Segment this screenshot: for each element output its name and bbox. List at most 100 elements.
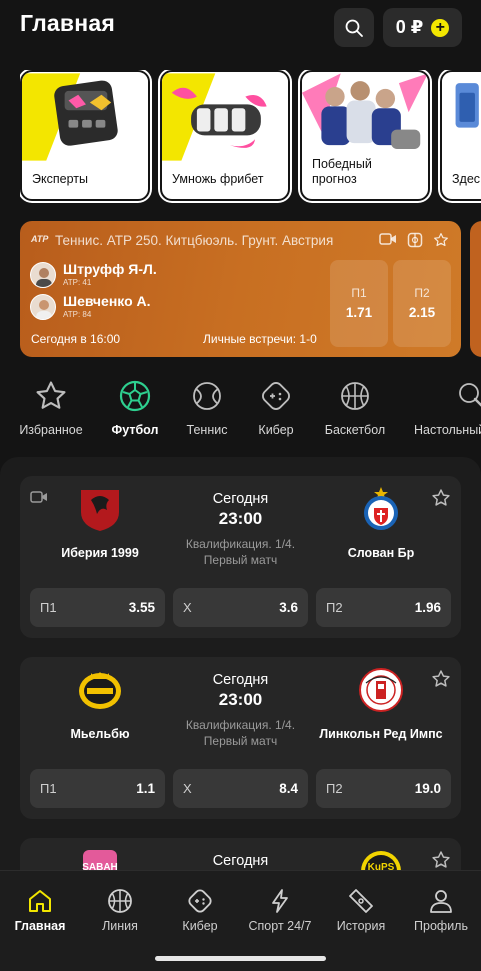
odd-label: X [183,781,192,796]
odd-p2-button[interactable]: П2 1.96 [316,588,451,627]
page-title: Главная [20,10,115,36]
lightning-icon [272,889,288,913]
nav-home[interactable]: Главная [14,886,66,933]
team-logo [358,486,404,532]
sport-label: Теннис [186,423,228,437]
head-to-head: Личные встречи: 1-0 [203,332,317,346]
match-stage-line: Квалификация. 1/4. [185,537,296,551]
odd-p1-button[interactable]: П1 1.1 [30,769,165,808]
match-info: Сегодня 23:00 Квалификация. 1/4. Первый … [160,672,321,749]
odd-value: 8.4 [279,781,298,796]
story-label: Здес [452,172,481,186]
match-stage-line: Первый матч [203,553,278,567]
odd-value: 1.71 [345,305,373,320]
odd-label: X [183,600,192,615]
nav-sport-247[interactable]: Спорт 24/7 [244,886,316,933]
away-team: Линкольн Ред Импс [311,667,451,741]
odd-value: 1.1 [136,781,155,796]
match-stage: Квалификация. 1/4. Первый матч [160,717,321,749]
player-avatar [30,293,56,320]
featured-match-card[interactable]: ATP Теннис. ATP 250. Китцбюэль. Грунт. А… [20,221,461,357]
football-icon [119,380,151,412]
hockey-players-art-icon [302,73,428,161]
nav-history[interactable]: История [334,886,388,933]
sport-tennis[interactable]: Теннис [184,378,230,437]
nav-profile[interactable]: Профиль [412,886,470,933]
sport-favorites[interactable]: Избранное [19,378,83,437]
player-2: Шевченко А. ATP: 84 [30,293,151,320]
team-logo [77,486,123,532]
odds-row: П1 3.55 X 3.6 П2 1.96 [30,588,451,627]
odd-value: 3.55 [128,600,155,615]
story-winning-forecast[interactable]: Победный прогноз [300,70,430,201]
user-icon [430,890,452,913]
match-card[interactable]: Мьельбю Сегодня 23:00 Квалификация. 1/4.… [20,657,461,819]
team-name: Слован Бр [347,546,415,560]
odd-p1-button[interactable]: П1 3.55 [30,588,165,627]
nav-label: Линия [102,919,138,933]
match-card[interactable]: Иберия 1999 Сегодня 23:00 Квалификация. … [20,476,461,638]
court-icon[interactable] [407,232,423,248]
match-stage-line: Квалификация. 1/4. [185,718,296,732]
ticket-icon [349,889,373,913]
story-partial[interactable]: Здес [440,70,481,201]
balance-button[interactable]: 0 ₽ + [383,8,462,47]
basketball-icon [108,889,132,913]
odd-label: П1 [40,600,57,615]
odd-p1-button[interactable]: П1 1.71 [330,260,388,347]
experts-art-icon [22,73,148,161]
match-info: Сегодня [160,853,321,869]
odd-draw-button[interactable]: X 3.6 [173,588,308,627]
team-logo [77,667,123,713]
odd-draw-button[interactable]: X 8.4 [173,769,308,808]
header: Главная 0 ₽ + [0,0,481,60]
add-funds-icon: + [431,18,450,37]
search-button[interactable] [334,8,374,47]
basketball-icon [341,382,369,410]
player-name: Штруфф Я-Л. [63,261,157,277]
player-rank: ATP: 41 [63,278,92,287]
sport-football[interactable]: Футбол [110,378,160,437]
story-label: Эксперты [32,172,88,186]
tennis-ball-icon [193,382,221,410]
sport-basketball[interactable]: Баскетбол [322,378,388,437]
story-experts[interactable]: Эксперты [20,70,150,201]
atp-logo: ATP [31,234,49,244]
odd-value: 2.15 [408,305,436,320]
story-label: Победный прогноз [312,157,372,186]
home-team: Мьельбю [30,667,170,741]
gamepad-icon [262,382,290,410]
sport-label: Футбол [111,423,159,437]
match-stage-line: Первый матч [203,734,278,748]
match-day: Сегодня [212,853,269,869]
odd-p2-button[interactable]: П2 2.15 [393,260,451,347]
story-label: Умножь фрибет [172,172,264,186]
team-name: Мьельбю [70,727,130,741]
player-name: Шевченко А. [63,293,151,309]
nav-line[interactable]: Линия [96,886,144,933]
odd-label: П2 [414,286,430,300]
odd-p2-button[interactable]: П2 19.0 [316,769,451,808]
nav-cyber[interactable]: Кибер [178,886,222,933]
nav-label: Главная [14,919,66,933]
player-rank: ATP: 84 [63,310,92,319]
player-1: Штруфф Я-Л. ATP: 41 [30,261,157,288]
nav-label: Кибер [182,919,218,933]
match-time: 23:00 [218,509,263,528]
next-featured-card[interactable] [470,221,481,357]
match-start-time: Сегодня в 16:00 [31,332,121,346]
video-icon[interactable] [379,232,397,246]
sport-label: Избранное [19,423,83,437]
search-icon [345,19,363,37]
card-actions [379,232,449,248]
tournament-name: Теннис. ATP 250. Китцбюэль. Грунт. Австр… [55,233,334,248]
ping-pong-icon [459,383,481,407]
sport-table-tennis[interactable]: Настольный [414,378,481,437]
stories-carousel[interactable]: Эксперты Умножь фрибет Победный прогноз … [20,70,481,203]
match-day: Сегодня [212,491,269,507]
odds-row: П1 1.1 X 8.4 П2 19.0 [30,769,451,808]
story-multiply-freebet[interactable]: Умножь фрибет [160,70,290,201]
sport-cyber[interactable]: Кибер [254,378,298,437]
match-info: Сегодня 23:00 Квалификация. 1/4. Первый … [160,491,321,568]
favorite-star-icon[interactable] [433,232,449,248]
